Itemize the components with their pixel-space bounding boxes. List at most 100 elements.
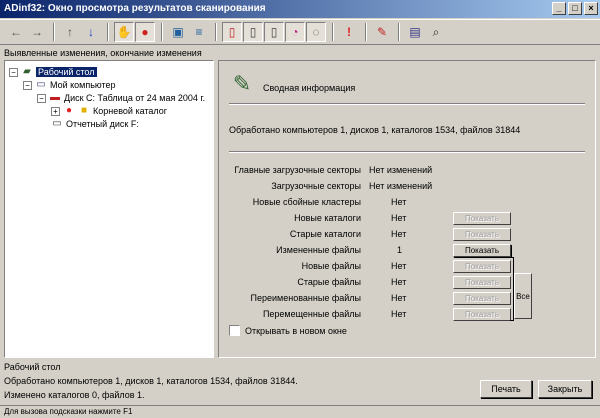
folder-tree[interactable]: − ▰ Рабочий стол − ▭ Мой компьютер − ▬ Д… [4, 60, 214, 358]
tree-item-desktop[interactable]: − ▰ Рабочий стол [9, 66, 97, 78]
status-bar: Для вызова подсказки нажмите F1 [0, 405, 600, 418]
result-row: Перемещенные файлы Нет Показать [219, 308, 597, 322]
result-row: Главные загрузочные секторы Нет изменени… [219, 164, 597, 178]
window-controls: _ □ × [552, 2, 598, 15]
current-location: Рабочий стол [4, 362, 61, 372]
show-old-files-button[interactable]: Показать [453, 276, 511, 289]
row-label: Загрузочные секторы [271, 181, 361, 191]
toolbar-separator [365, 23, 367, 41]
toolbar-separator [161, 23, 163, 41]
tree-item-label: Рабочий стол [36, 67, 97, 77]
print-button[interactable]: Печать [480, 380, 532, 398]
collapse-icon[interactable]: − [9, 67, 18, 77]
row-label: Главные загрузочные секторы [234, 165, 361, 175]
row-label: Новые сбойные кластеры [252, 197, 361, 207]
pen-icon[interactable]: ✎ [372, 22, 392, 42]
copy-icon[interactable]: ▯ [264, 22, 284, 42]
new-window-checkbox[interactable] [229, 325, 240, 336]
result-row: Новые каталоги Нет Показать [219, 212, 597, 226]
row-value: Нет [391, 277, 407, 287]
tree-item-my-computer[interactable]: − ▭ Мой компьютер [23, 79, 116, 91]
up-icon[interactable]: ↑ [60, 22, 80, 42]
document-icon[interactable]: ▣ [168, 22, 188, 42]
collapse-icon[interactable]: − [37, 93, 46, 103]
alert-icon[interactable]: ! [339, 22, 359, 42]
forward-icon[interactable]: → [27, 22, 47, 42]
panel-title: Сводная информация [263, 83, 356, 93]
drive-icon: ▭ [52, 118, 62, 129]
row-value: Нет [391, 261, 407, 271]
title-bar: ADinf32: Окно просмотра результатов скан… [0, 0, 600, 18]
tree-item-report-disk[interactable]: ▭ Отчетный диск F: [51, 118, 139, 130]
summary-panel: ✎ Сводная информация Обработано компьюте… [218, 60, 596, 358]
expand-icon[interactable]: + [51, 106, 60, 116]
row-value: Нет изменений [369, 165, 433, 175]
show-old-dirs-button[interactable]: Показать [453, 228, 511, 241]
tree-item-label: Диск C: Таблица от 24 мая 2004 г. [64, 93, 206, 103]
show-new-files-button[interactable]: Показать [453, 260, 511, 273]
summary-line-changed: Изменено каталогов 0, файлов 1. [4, 390, 145, 400]
toolbar: ← → ↑ ↓ ✋ ● ▣ ≡ ▯ ▯ ▯ ◔ ◌ ! ✎ ▤ ⌕ [0, 19, 600, 45]
tree-caption: Выявленные изменения, окончание изменени… [4, 48, 202, 58]
search-icon[interactable]: ⌕ [426, 22, 446, 42]
row-label: Старые каталоги [289, 229, 361, 239]
result-row: Новые файлы Нет Показать [219, 260, 597, 274]
show-moved-files-button[interactable]: Показать [453, 308, 511, 321]
result-row: Загрузочные секторы Нет изменений [219, 180, 597, 194]
calendar-icon[interactable]: ▤ [405, 22, 425, 42]
down-icon[interactable]: ↓ [81, 22, 101, 42]
result-row: Старые файлы Нет Показать [219, 276, 597, 290]
row-value: Нет изменений [369, 181, 433, 191]
list-icon[interactable]: ≡ [189, 22, 209, 42]
toolbar-separator [107, 23, 109, 41]
row-label: Измененные файлы [276, 245, 361, 255]
new-file-icon[interactable]: ▯ [222, 22, 242, 42]
hand-icon[interactable]: ✋ [114, 22, 134, 42]
summary-line-processed: Обработано компьютеров 1, дисков 1, ката… [4, 376, 298, 386]
show-renamed-files-button[interactable]: Показать [453, 292, 511, 305]
status-dot-icon: ● [65, 105, 73, 116]
summary-text: Обработано компьютеров 1, дисков 1, ката… [229, 125, 521, 135]
row-value: Нет [391, 213, 407, 223]
folder-icon[interactable]: ● [135, 22, 155, 42]
result-row: Новые сбойные кластеры Нет [219, 196, 597, 210]
new-window-option[interactable]: Открывать в новом окне [229, 325, 347, 336]
row-label: Старые файлы [297, 277, 361, 287]
page-icon[interactable]: ▯ [243, 22, 263, 42]
toolbar-separator [332, 23, 334, 41]
results-summary: Обработано компьютеров 1, дисков 1, ката… [0, 372, 470, 406]
show-all-button[interactable]: Все [514, 273, 532, 319]
tree-item-label: Корневой каталог [93, 106, 168, 116]
folder-icon: ■ [80, 105, 88, 116]
row-value: Нет [391, 293, 407, 303]
close-window-button[interactable]: × [584, 2, 598, 15]
row-value: Нет [391, 229, 407, 239]
toolbar-separator [398, 23, 400, 41]
minimize-button[interactable]: _ [552, 2, 566, 15]
result-row: Старые каталоги Нет Показать [219, 228, 597, 242]
maximize-button[interactable]: □ [568, 2, 582, 15]
desktop-icon: ▰ [23, 66, 31, 77]
tree-item-label: Мой компьютер [50, 80, 116, 90]
computer-icon: ▭ [36, 79, 46, 90]
back-icon[interactable]: ← [6, 22, 26, 42]
row-label: Новые файлы [301, 261, 361, 271]
show-new-dirs-button[interactable]: Показать [453, 212, 511, 225]
show-changed-files-button[interactable]: Показать [453, 244, 511, 257]
row-value: Нет [391, 309, 407, 319]
close-button[interactable]: Закрыть [538, 380, 592, 398]
result-row: Измененные файлы 1 Показать [219, 244, 597, 258]
clock-icon[interactable]: ◔ [285, 22, 305, 42]
disk-icon: ▬ [50, 92, 60, 103]
clean-icon[interactable]: ◌ [306, 22, 326, 42]
new-window-label: Открывать в новом окне [245, 325, 347, 336]
row-label: Перемещенные файлы [262, 309, 361, 319]
tree-item-root-folder[interactable]: + ● ■ Корневой каталог [51, 105, 167, 117]
tree-item-disk-c[interactable]: − ▬ Диск C: Таблица от 24 мая 2004 г. [37, 92, 205, 104]
toolbar-separator [215, 23, 217, 41]
row-value: Нет [391, 197, 407, 207]
row-value: 1 [397, 245, 403, 255]
tree-item-label: Отчетный диск F: [66, 119, 139, 129]
divider [229, 151, 585, 153]
collapse-icon[interactable]: − [23, 80, 32, 90]
